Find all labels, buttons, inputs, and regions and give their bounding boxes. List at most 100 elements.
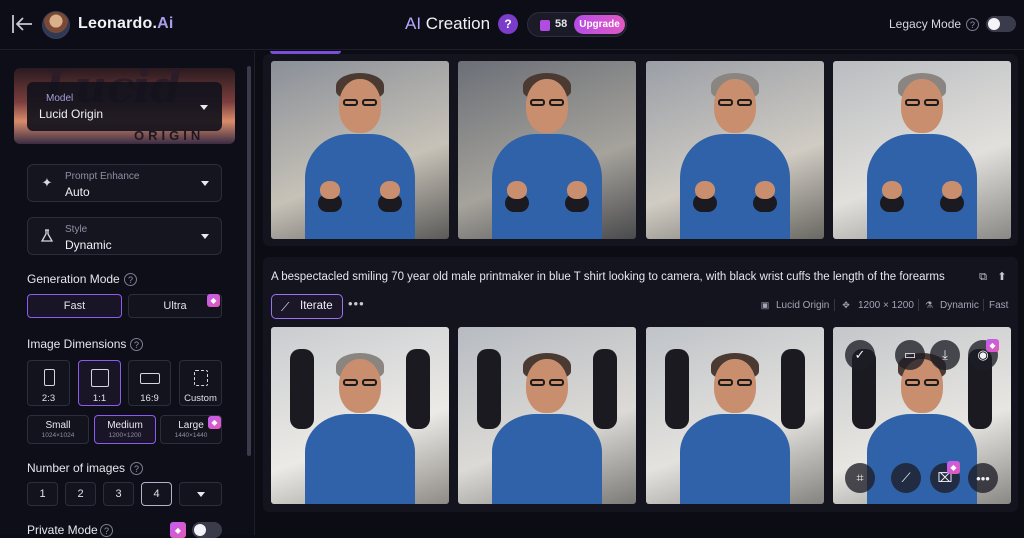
fist — [695, 181, 715, 199]
aspect-custom-button[interactable]: Custom — [179, 360, 222, 406]
images-2-button[interactable]: 2 — [65, 482, 96, 506]
blue-shirt — [492, 414, 602, 504]
model-select[interactable]: Model Lucid Origin — [27, 82, 222, 131]
aspect-1-1-button[interactable]: 1:1 — [78, 360, 121, 406]
size-medium-button[interactable]: Medium 1200×1200 — [94, 415, 156, 444]
portrait-shape-icon — [44, 369, 55, 386]
fist — [882, 181, 902, 199]
glasses — [549, 379, 564, 386]
glasses — [343, 99, 358, 106]
face — [901, 79, 943, 133]
fist — [755, 181, 775, 199]
meta-style: Dynamic — [940, 300, 979, 311]
pin-icon[interactable]: ⬆ — [995, 270, 1009, 284]
generated-image[interactable] — [458, 327, 636, 504]
token-balance[interactable]: 58 Upgrade — [527, 12, 627, 37]
prompt-enhance-value: Auto — [65, 185, 90, 199]
more-options-icon[interactable]: ••• — [348, 296, 365, 311]
folder-icon[interactable]: ▭ — [895, 340, 925, 370]
images-3-button[interactable]: 3 — [103, 482, 134, 506]
download-icon[interactable]: ⤓ — [930, 340, 960, 370]
landscape-shape-icon — [140, 373, 160, 384]
glasses — [905, 379, 920, 386]
square-shape-icon — [91, 369, 109, 387]
meta-separator — [834, 299, 835, 311]
flask-icon — [40, 229, 54, 242]
size-name: Small — [45, 420, 71, 431]
custom-shape-icon — [194, 370, 208, 386]
glasses — [924, 379, 939, 386]
forearm-cuff — [477, 349, 501, 429]
size-resolution: 1440×1440 — [174, 432, 208, 439]
aspect-2-3-button[interactable]: 2:3 — [27, 360, 70, 406]
glasses — [530, 379, 545, 386]
generated-image[interactable] — [646, 327, 824, 504]
fist — [567, 181, 587, 199]
image-dimensions-label: Image Dimensions — [27, 337, 127, 351]
help-icon[interactable]: ? — [498, 14, 518, 34]
model-select-value: Lucid Origin — [39, 107, 104, 121]
generation-mode-help-icon[interactable]: ? — [124, 273, 137, 286]
chevron-down-icon — [196, 491, 205, 497]
generated-image[interactable] — [646, 61, 824, 239]
meta-mode: Fast — [989, 300, 1009, 311]
generated-image[interactable] — [458, 61, 636, 239]
glasses — [343, 379, 358, 386]
glasses — [924, 99, 939, 106]
meta-size: 1200 × 1200 — [858, 300, 914, 311]
images-1-button[interactable]: 1 — [27, 482, 58, 506]
fist — [380, 181, 400, 199]
face — [714, 359, 756, 413]
face — [526, 359, 568, 413]
gem-icon: ◆ — [170, 522, 186, 538]
forearm-cuff — [406, 349, 430, 429]
generated-image[interactable] — [271, 61, 449, 239]
mode-fast-button[interactable]: Fast — [27, 294, 122, 318]
blue-shirt — [867, 414, 977, 504]
face — [526, 79, 568, 133]
legacy-mode-toggle[interactable] — [986, 16, 1016, 32]
glasses — [905, 99, 920, 106]
images-more-dropdown[interactable] — [179, 482, 222, 506]
number-of-images-help-icon[interactable]: ? — [130, 462, 143, 475]
private-mode-help-icon[interactable]: ? — [100, 524, 113, 537]
token-count: 58 — [555, 18, 568, 30]
prompt-enhance-select[interactable]: ✦ Prompt Enhance Auto — [27, 164, 222, 202]
sparkle-icon: ✦ — [41, 175, 53, 190]
arrow-left-icon[interactable] — [10, 13, 34, 35]
size-resolution: 1024×1024 — [41, 432, 75, 439]
prompt-enhance-label: Prompt Enhance — [65, 171, 140, 182]
scan-icon[interactable]: ⌗ — [845, 463, 875, 493]
meta-separator — [918, 299, 919, 311]
image-dimensions-help-icon[interactable]: ? — [130, 338, 143, 351]
sidebar-scrollbar[interactable] — [247, 66, 251, 456]
glasses — [737, 379, 752, 386]
images-4-button[interactable]: 4 — [141, 482, 172, 506]
prompt-text[interactable]: A bespectacled smiling 70 year old male … — [271, 271, 965, 283]
upgrade-button[interactable]: Upgrade — [574, 15, 625, 34]
generated-image[interactable] — [833, 61, 1011, 239]
aspect-16-9-button[interactable]: 16:9 — [128, 360, 171, 406]
size-small-button[interactable]: Small 1024×1024 — [27, 415, 89, 444]
style-select[interactable]: Style Dynamic — [27, 217, 222, 255]
glasses — [362, 379, 377, 386]
magic-wand-icon[interactable]: ⟋ — [891, 463, 921, 493]
private-mode-toggle[interactable] — [192, 522, 222, 538]
more-icon[interactable]: ••• — [968, 463, 998, 493]
aspect-label: Custom — [184, 393, 217, 404]
generation-mode-label: Generation Mode — [27, 272, 120, 286]
iterate-button[interactable]: ⟋ Iterate — [271, 294, 343, 319]
aspect-label: 1:1 — [92, 393, 107, 404]
style-value: Dynamic — [65, 238, 112, 252]
aspect-label: 2:3 — [41, 393, 56, 404]
legacy-help-icon[interactable]: ? — [966, 18, 979, 31]
generated-image[interactable] — [271, 327, 449, 504]
brand-logo[interactable] — [42, 11, 70, 39]
aspect-label: 16:9 — [140, 393, 159, 404]
check-icon[interactable]: ✓ — [845, 340, 875, 370]
brand-name[interactable]: Leonardo.Ai — [78, 15, 174, 33]
flask-icon: ⚗ — [924, 300, 934, 310]
glasses — [718, 99, 733, 106]
style-label: Style — [65, 224, 88, 235]
copy-icon[interactable]: ⧉ — [976, 270, 990, 284]
